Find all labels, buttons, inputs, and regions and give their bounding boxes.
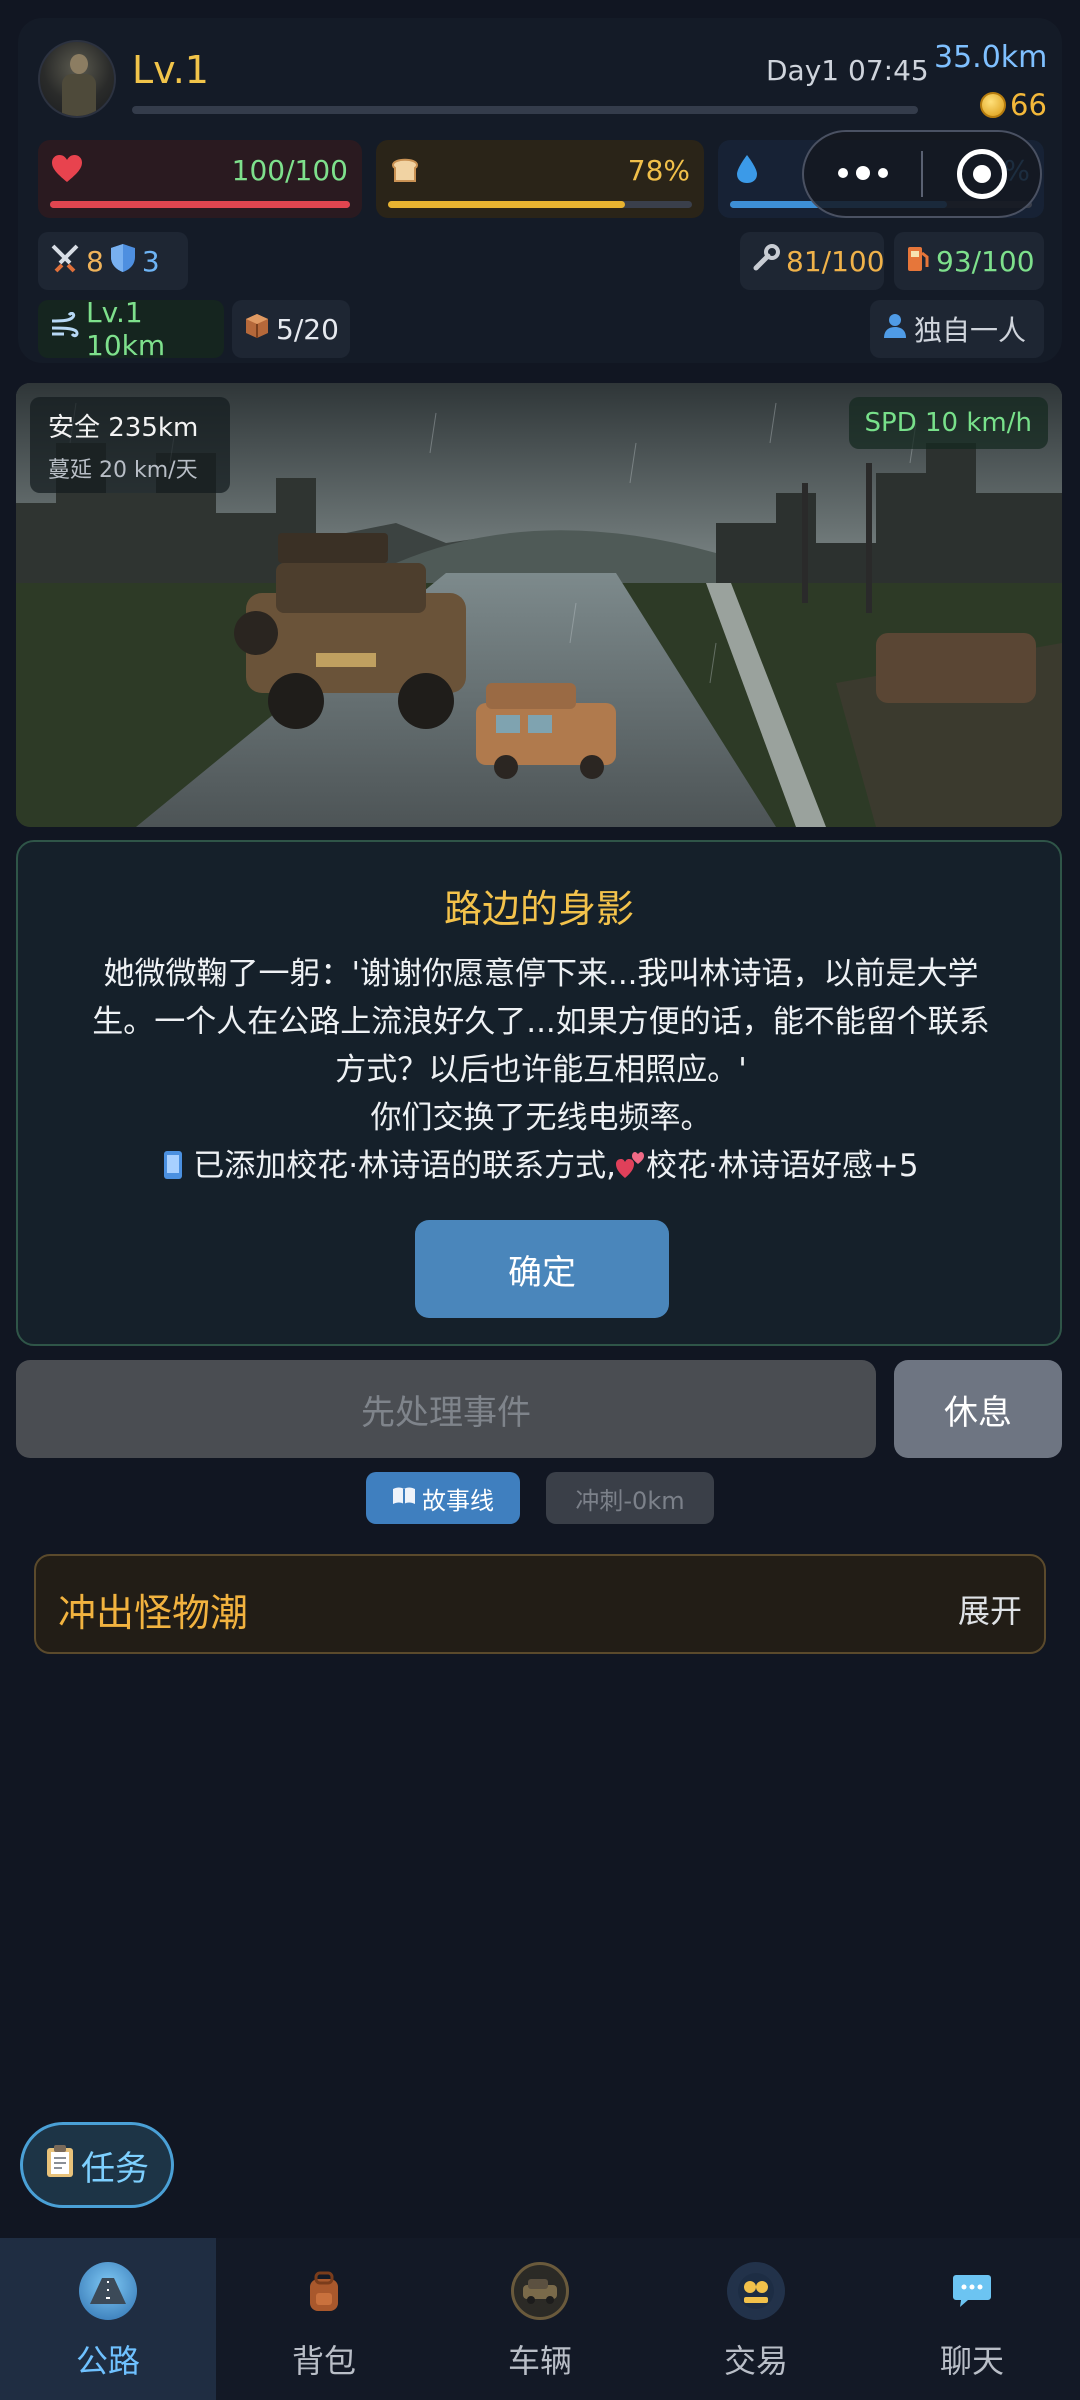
coin-counter: 66 — [980, 88, 1047, 122]
safe-distance: 安全 235km — [48, 413, 199, 443]
crate-icon — [244, 312, 270, 347]
cargo-value: 5/20 — [276, 312, 339, 346]
task-label: 任务 — [81, 2148, 149, 2189]
backpack-icon — [295, 2262, 353, 2320]
wind-icon — [50, 311, 80, 347]
wrench-icon — [752, 243, 780, 279]
tab-road-label: 公路 — [75, 2342, 140, 2380]
chat-bubble-icon — [943, 2262, 1001, 2320]
distance-readout: 35.0km — [934, 40, 1048, 75]
food-stat: 78% — [376, 140, 704, 218]
contact-added-text: 已添加校花·林诗语的联系方式, — [193, 1148, 616, 1184]
event-reward-line: 已添加校花·林诗语的联系方式, 校花·林诗语好感+5 — [18, 1142, 1064, 1194]
vehicle-level-chip[interactable]: Lv.1 10km — [38, 296, 224, 362]
fuel-value: 93/100 — [936, 244, 1035, 278]
tab-trade[interactable]: 交易 — [648, 2238, 864, 2400]
handle-event-button[interactable]: 先处理事件 — [16, 1360, 876, 1458]
fuel-pump-icon — [906, 243, 930, 280]
food-value: 78% — [627, 154, 690, 187]
cargo-chip[interactable]: 5/20 — [232, 300, 350, 358]
tab-backpack[interactable]: 背包 — [216, 2238, 432, 2400]
storyline-label: 故事线 — [422, 1486, 494, 1515]
heart-icon — [52, 154, 82, 184]
food-bar-fill — [388, 201, 626, 208]
rest-button[interactable]: 休息 — [894, 1360, 1062, 1458]
bread-icon — [390, 154, 420, 184]
affection-text: 校花·林诗语好感+5 — [646, 1148, 919, 1184]
tab-trade-label: 交易 — [723, 2342, 788, 2380]
tab-chat-label: 聊天 — [939, 2342, 1004, 2380]
companions-chip[interactable]: 独自一人 — [870, 300, 1044, 358]
durability-chip: 81/100 — [740, 232, 885, 290]
player-level: Lv.1 — [132, 48, 209, 92]
task-button[interactable]: 任务 — [20, 2122, 174, 2208]
tab-vehicle-label: 车辆 — [507, 2342, 572, 2380]
event-line-4: 你们交换了无线电频率。 — [370, 1100, 712, 1136]
expand-button[interactable]: 展开 — [958, 1586, 1022, 1632]
hp-bar-fill — [50, 201, 350, 208]
vehicle-level-value: Lv.1 10km — [86, 296, 166, 362]
fuel-chip: 93/100 — [894, 232, 1044, 290]
attack-value: 8 — [86, 244, 104, 278]
event-body: 她微微鞠了一躬：'谢谢你愿意停下来...我叫林诗语，以前是大学 生。一个人在公路… — [18, 950, 1064, 1194]
sprint-button[interactable]: 冲刺-0km — [546, 1472, 714, 1524]
hp-stat: 100/100 — [38, 140, 362, 218]
trade-icon — [727, 2262, 785, 2320]
monster-horde-panel[interactable]: 冲出怪物潮 展开 — [34, 1554, 1046, 1654]
combat-stats-chip: 8 3 — [38, 232, 188, 290]
person-icon — [882, 312, 908, 347]
target-icon — [956, 149, 1007, 199]
defense-value: 3 — [141, 244, 160, 278]
clipboard-icon — [45, 2144, 75, 2187]
spread-rate: 蔓延 20 km/天 — [48, 458, 198, 483]
shield-icon — [110, 243, 136, 280]
water-drop-icon — [732, 154, 762, 184]
confirm-button[interactable]: 确定 — [415, 1220, 669, 1318]
player-avatar[interactable] — [38, 40, 116, 118]
miniprogram-capsule — [802, 130, 1042, 218]
hearts-icon — [616, 1146, 646, 1194]
storyline-button[interactable]: 故事线 — [366, 1472, 520, 1524]
bottom-tab-bar: 公路 背包 车辆 交易 聊天 — [0, 2238, 1080, 2400]
day-time: Day1 07:45 — [766, 54, 929, 87]
safety-distance-tag: 安全 235km 蔓延 20 km/天 — [30, 397, 230, 493]
more-options-button[interactable] — [804, 166, 921, 180]
event-line-2: 生。一个人在公路上流浪好久了...如果方便的话，能不能留个联系 — [92, 1004, 990, 1040]
hp-value: 100/100 — [231, 154, 348, 187]
xp-bar — [132, 106, 918, 114]
road-scene: 安全 235km 蔓延 20 km/天 SPD 10 km/h — [16, 383, 1062, 827]
swords-icon — [50, 243, 80, 280]
vehicle-icon — [511, 2262, 569, 2320]
close-miniprogram-button[interactable] — [923, 149, 1040, 199]
event-title: 路边的身影 — [443, 887, 634, 931]
horde-title: 冲出怪物潮 — [58, 1591, 249, 1635]
tab-chat[interactable]: 聊天 — [864, 2238, 1080, 2400]
book-icon — [392, 1484, 416, 1512]
durability-value: 81/100 — [786, 244, 885, 278]
tab-backpack-label: 背包 — [291, 2342, 356, 2380]
event-dialog: 路边的身影 她微微鞠了一躬：'谢谢你愿意停下来...我叫林诗语，以前是大学 生。… — [16, 840, 1062, 1346]
event-line-1: 她微微鞠了一躬：'谢谢你愿意停下来...我叫林诗语，以前是大学 — [103, 956, 979, 992]
companions-value: 独自一人 — [914, 314, 1027, 347]
tab-vehicle[interactable]: 车辆 — [432, 2238, 648, 2400]
tab-road[interactable]: 公路 — [0, 2238, 216, 2400]
speed-tag: SPD 10 km/h — [848, 397, 1048, 449]
coin-icon — [980, 92, 1006, 118]
phone-icon — [163, 1146, 183, 1194]
event-line-3: 方式？以后也许能互相照应。' — [335, 1052, 747, 1088]
coin-value: 66 — [1010, 88, 1047, 122]
road-icon — [79, 2262, 137, 2320]
